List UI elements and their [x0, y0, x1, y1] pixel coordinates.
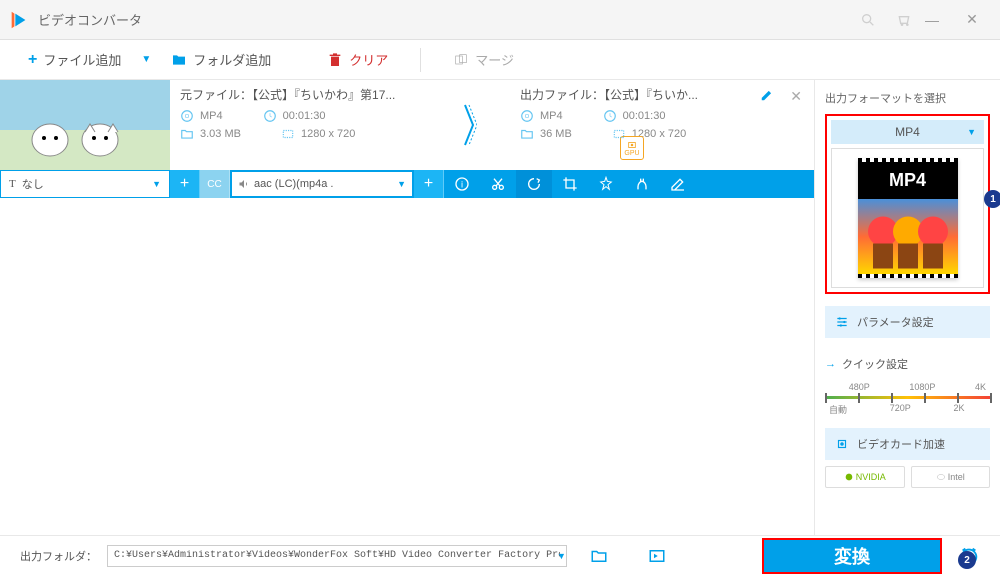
- right-panel: 出力フォーマットを選択 MP4 ▼ MP4 1 パラメータ設定: [814, 80, 1000, 535]
- output-folder-label: 出力フォルダ：: [20, 548, 97, 564]
- remove-file-button[interactable]: ✕: [790, 88, 802, 105]
- output-path-input[interactable]: [107, 545, 567, 567]
- source-file-title: 元ファイル：【公式】『ちいかわ』第17...: [180, 86, 450, 103]
- quality-slider[interactable]: 480P1080P4K 自動720P2K: [825, 382, 990, 416]
- folder-icon: [520, 127, 534, 141]
- merge-icon: [453, 52, 469, 68]
- chip-icon: [835, 437, 849, 451]
- disc-icon: [180, 109, 194, 123]
- gpu-acceleration-button[interactable]: ビデオカード加速: [825, 428, 990, 460]
- subtitle-select[interactable]: Tなし ▼: [0, 170, 170, 198]
- nvidia-chip[interactable]: NVIDIA: [825, 466, 905, 488]
- watermark-button[interactable]: [624, 170, 660, 198]
- minimize-button[interactable]: —: [912, 5, 952, 35]
- sliders-icon: [835, 315, 849, 329]
- add-file-dropdown[interactable]: ▼: [141, 54, 151, 65]
- annotation-badge-1: 1: [984, 190, 1000, 208]
- video-thumbnail[interactable]: [0, 80, 170, 170]
- merge-button[interactable]: マージ: [445, 46, 522, 73]
- folder-icon: [171, 52, 187, 68]
- quick-settings-label: → クイック設定: [825, 356, 990, 372]
- edit-button[interactable]: [660, 170, 696, 198]
- format-selector[interactable]: MP4 ▼ MP4: [825, 114, 990, 294]
- edit-output-button[interactable]: [760, 88, 774, 107]
- format-section-label: 出力フォーマットを選択: [825, 90, 990, 106]
- effects-button[interactable]: [588, 170, 624, 198]
- action-bar: Tなし ▼ + CC aac (LC)(mp4a . ▼ + i: [0, 170, 814, 198]
- add-subtitle-button[interactable]: +: [170, 170, 200, 198]
- app-title: ビデオコンバータ: [38, 10, 860, 29]
- cut-button[interactable]: [480, 170, 516, 198]
- svg-text:i: i: [461, 179, 463, 189]
- close-button[interactable]: ✕: [952, 5, 992, 35]
- add-file-button[interactable]: + ファイル追加: [20, 46, 129, 73]
- clear-button[interactable]: クリア: [319, 46, 396, 73]
- resolution-icon: [281, 127, 295, 141]
- disc-icon: [520, 109, 534, 123]
- add-audio-button[interactable]: +: [414, 170, 444, 198]
- bottom-bar: 出力フォルダ： ▼ 変換 2: [0, 535, 1000, 575]
- browse-folder-icon[interactable]: [590, 547, 608, 565]
- file-item: 元ファイル：【公式】『ちいかわ』第17... MP4 00:01:30 3.03…: [0, 80, 814, 170]
- resolution-icon: [612, 127, 626, 141]
- parameter-settings-button[interactable]: パラメータ設定: [825, 306, 990, 338]
- arrow-separator: [460, 80, 480, 170]
- cc-button[interactable]: CC: [200, 170, 230, 198]
- add-folder-button[interactable]: フォルダ追加: [163, 46, 279, 73]
- crop-button[interactable]: [552, 170, 588, 198]
- output-file-title: 出力ファイル：【公式】『ちいか...: [520, 86, 780, 103]
- clock-icon: [603, 109, 617, 123]
- annotation-badge-2: 2: [958, 551, 976, 569]
- intel-chip[interactable]: Intel: [911, 466, 991, 488]
- rotate-button[interactable]: [516, 170, 552, 198]
- titlebar: ビデオコンバータ — ✕: [0, 0, 1000, 40]
- open-output-icon[interactable]: [648, 547, 666, 565]
- format-preview-card: MP4: [858, 158, 958, 278]
- audio-track-select[interactable]: aac (LC)(mp4a . ▼: [232, 172, 412, 196]
- trash-icon: [327, 52, 343, 68]
- convert-button[interactable]: 変換: [762, 538, 942, 574]
- folder-icon: [180, 127, 194, 141]
- toolbar: + ファイル追加 ▼ フォルダ追加 クリア マージ: [0, 40, 1000, 80]
- cart-icon[interactable]: [896, 12, 912, 28]
- info-button[interactable]: i: [444, 170, 480, 198]
- clock-icon: [263, 109, 277, 123]
- app-logo-icon: [8, 9, 30, 31]
- search-icon[interactable]: [860, 12, 876, 28]
